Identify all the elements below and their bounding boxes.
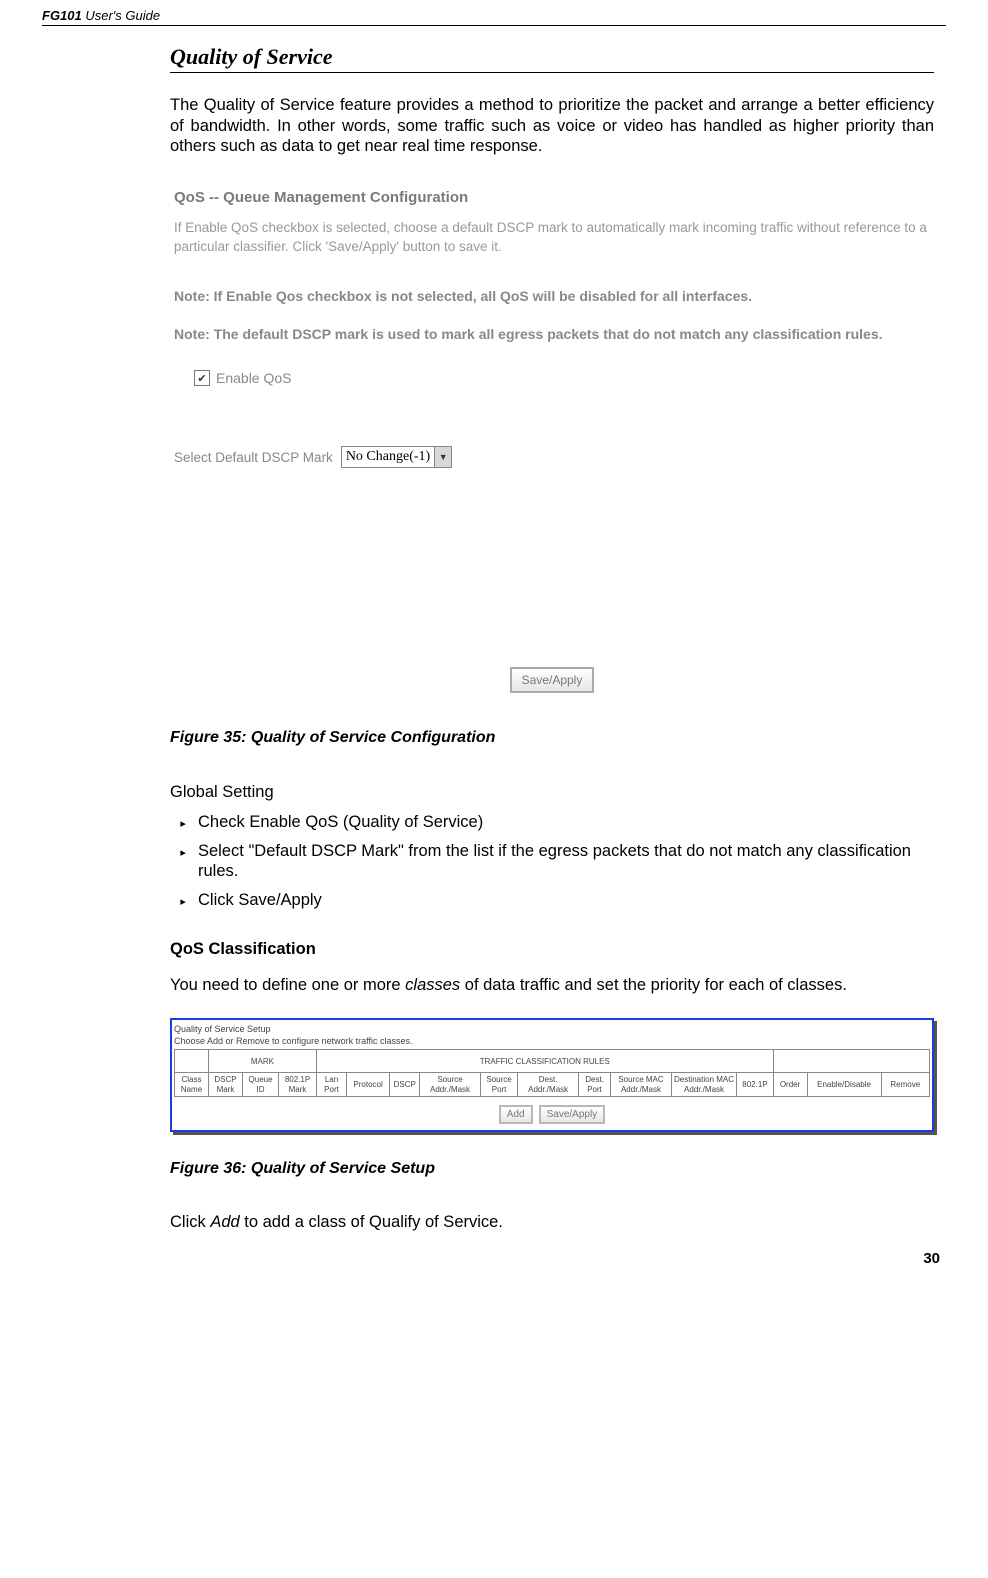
enable-qos-row: ✔ Enable QoS <box>194 370 930 386</box>
intro-paragraph: The Quality of Service feature provides … <box>170 95 934 157</box>
add-button[interactable]: Add <box>499 1105 533 1124</box>
col-dscp: DSCP <box>390 1073 420 1096</box>
col-class-name: Class Name <box>175 1073 209 1096</box>
col-src-mac: Source MAC Addr./Mask <box>611 1073 671 1096</box>
save-apply-button[interactable]: Save/Apply <box>510 667 595 693</box>
col-8021p-mark: 802.1P Mark <box>279 1073 317 1096</box>
dscp-select-label: Select Default DSCP Mark <box>174 450 333 465</box>
col-src-port: Source Port <box>480 1073 518 1096</box>
qos-setup-table: MARK TRAFFIC CLASSIFICATION RULES Class … <box>174 1049 930 1096</box>
enable-qos-label: Enable QoS <box>216 370 292 386</box>
qos-setup-screenshot: Quality of Service Setup Choose Add or R… <box>170 1018 934 1132</box>
qos-setup-title: Quality of Service Setup Choose Add or R… <box>174 1024 930 1047</box>
click-add-para: Click Add to add a class of Qualify of S… <box>170 1212 934 1233</box>
col-enable-disable: Enable/Disable <box>807 1073 881 1096</box>
col-dst-port: Dest. Port <box>578 1073 610 1096</box>
bullet-1: Check Enable QoS (Quality of Service) <box>192 812 934 833</box>
col-dst-mac: Destination MAC Addr./Mask <box>671 1073 737 1096</box>
col-lan-port: Lan Port <box>316 1073 346 1096</box>
dscp-select-value: No Change(-1) <box>342 449 434 465</box>
col-dscp-mark: DSCP Mark <box>208 1073 242 1096</box>
section-title: Quality of Service <box>170 44 934 73</box>
col-8021p: 802.1P <box>737 1073 773 1096</box>
header-product: FG101 User's Guide <box>42 8 160 23</box>
qos-config-desc: If Enable QoS checkbox is selected, choo… <box>174 218 930 257</box>
col-empty-right <box>773 1050 929 1073</box>
enable-qos-checkbox[interactable]: ✔ <box>194 370 210 386</box>
global-setting-label: Global Setting <box>170 783 934 802</box>
group-mark: MARK <box>208 1050 316 1073</box>
bullet-3: Click Save/Apply <box>192 890 934 911</box>
global-setting-bullets: Check Enable QoS (Quality of Service) Se… <box>170 812 934 911</box>
col-dst-addr: Dest. Addr./Mask <box>518 1073 578 1096</box>
figure-36-caption: Figure 36: Quality of Service Setup <box>170 1160 934 1178</box>
chevron-down-icon: ▼ <box>434 447 451 467</box>
group-rules: TRAFFIC CLASSIFICATION RULES <box>316 1050 773 1073</box>
dscp-select[interactable]: No Change(-1) ▼ <box>341 446 452 468</box>
col-remove: Remove <box>881 1073 929 1096</box>
bullet-2: Select "Default DSCP Mark" from the list… <box>192 841 934 882</box>
col-src-addr: Source Addr./Mask <box>420 1073 480 1096</box>
page-number: 30 <box>42 1250 946 1267</box>
qos-config-note2: Note: The default DSCP mark is used to m… <box>174 325 930 345</box>
figure-35-caption: Figure 35: Quality of Service Configurat… <box>170 729 934 747</box>
qos-classification-para: You need to define one or more classes o… <box>170 975 934 996</box>
page-header: FG101 User's Guide <box>42 8 946 26</box>
col-protocol: Protocol <box>347 1073 390 1096</box>
dscp-select-row: Select Default DSCP Mark No Change(-1) ▼ <box>174 446 930 468</box>
qos-config-title: QoS -- Queue Management Configuration <box>174 189 930 206</box>
qos-classification-heading: QoS Classification <box>170 940 934 959</box>
save-apply-button-2[interactable]: Save/Apply <box>539 1105 606 1124</box>
col-queue-id: Queue ID <box>242 1073 278 1096</box>
qos-config-note1: Note: If Enable Qos checkbox is not sele… <box>174 287 930 307</box>
qos-config-screenshot: QoS -- Queue Management Configuration If… <box>170 179 934 699</box>
col-order: Order <box>773 1073 807 1096</box>
col-empty <box>175 1050 209 1073</box>
